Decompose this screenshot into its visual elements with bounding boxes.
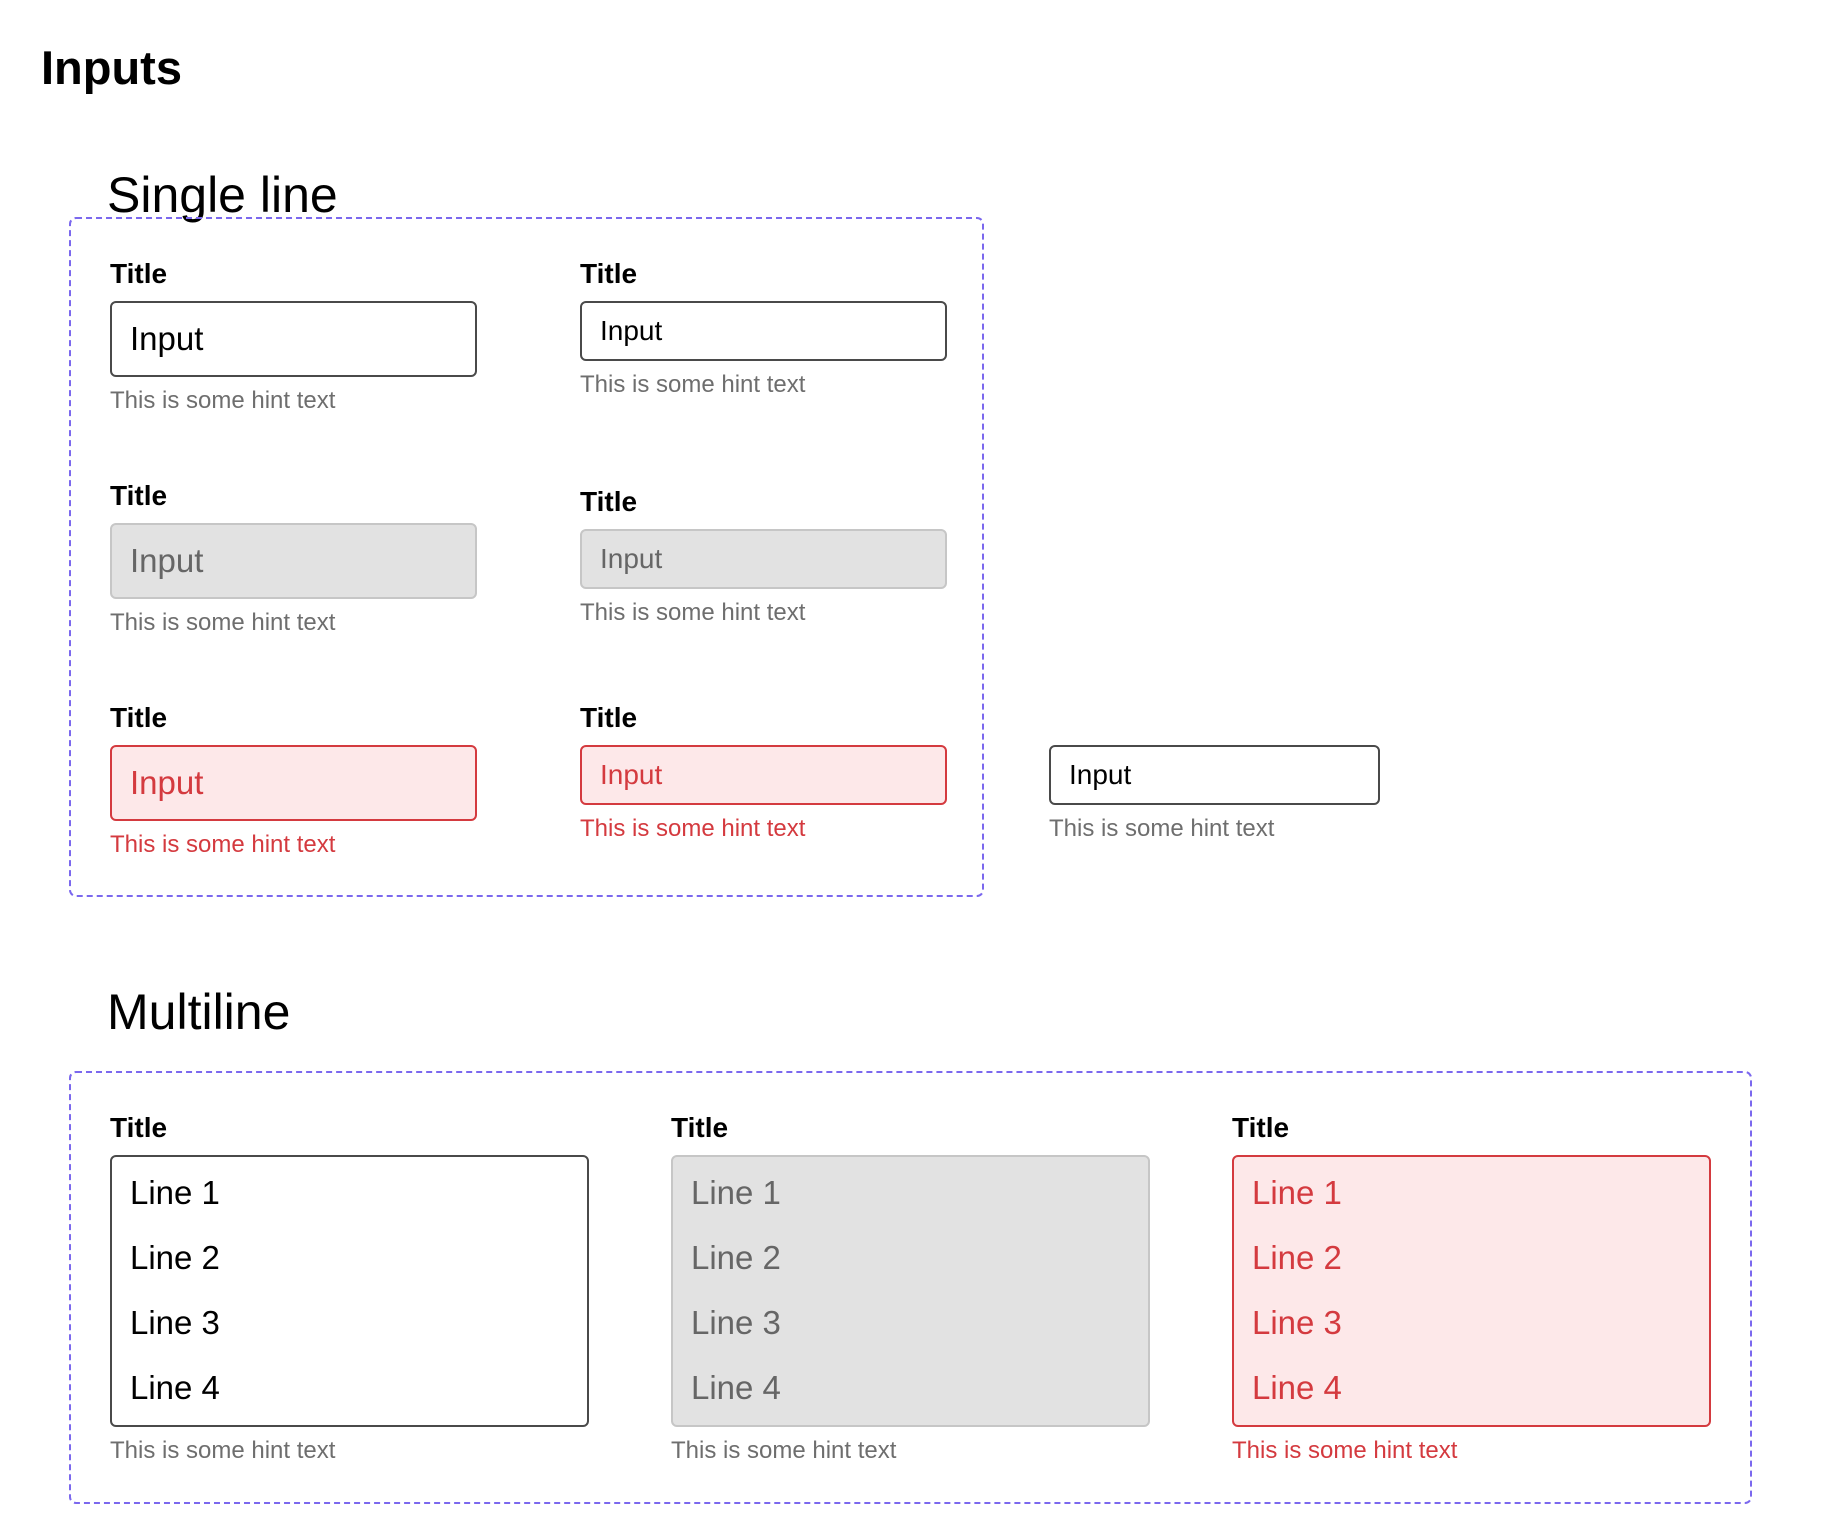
error-textarea[interactable]: Line 1 Line 2 Line 3 Line 4 [1232,1155,1711,1427]
single-line-section-title: Single line [107,167,338,223]
textarea-line: Line 2 [1252,1239,1342,1276]
hint-text: This is some hint text [110,387,336,414]
textarea-line: Line 1 [691,1174,781,1211]
textarea-line: Line 4 [130,1369,220,1406]
hint-text: This is some hint text [1049,815,1275,842]
textarea[interactable]: Line 1 Line 2 Line 3 Line 4 [110,1155,589,1427]
disabled-input-large: Input [110,523,477,599]
textarea-line: Line 1 [1252,1174,1342,1211]
page-title: Inputs [41,41,182,94]
textarea-line: Line 2 [130,1239,220,1276]
hint-text: This is some hint text [580,599,806,626]
field-title: Title [110,702,168,733]
disabled-textarea: Line 1 Line 2 Line 3 Line 4 [671,1155,1150,1427]
field-title: Title [671,1112,729,1143]
text-input-standalone[interactable]: Input [1049,745,1380,805]
hint-text: This is some hint text [110,1437,336,1464]
field-title: Title [110,480,168,511]
hint-text: This is some hint text [671,1437,897,1464]
textarea-line: Line 3 [130,1304,220,1341]
field-title: Title [580,702,638,733]
error-hint-text: This is some hint text [110,831,336,858]
field-title: Title [580,486,638,517]
error-hint-text: This is some hint text [580,815,806,842]
field-title: Title [1232,1112,1290,1143]
field-title: Title [110,1112,168,1143]
multiline-section-title: Multiline [107,984,291,1040]
hint-text: This is some hint text [580,371,806,398]
field-title: Title [580,258,638,289]
textarea-line: Line 1 [130,1174,220,1211]
textarea-line: Line 4 [1252,1369,1342,1406]
error-input-medium[interactable]: Input [580,745,947,805]
field-title: Title [110,258,168,289]
error-hint-text: This is some hint text [1232,1437,1458,1464]
disabled-input-medium: Input [580,529,947,589]
text-input-large[interactable]: Input [110,301,477,377]
hint-text: This is some hint text [110,609,336,636]
textarea-line: Line 3 [691,1304,781,1341]
textarea-line: Line 2 [691,1239,781,1276]
textarea-line: Line 4 [691,1369,781,1406]
text-input-medium[interactable]: Input [580,301,947,361]
error-input-large[interactable]: Input [110,745,477,821]
textarea-line: Line 3 [1252,1304,1342,1341]
